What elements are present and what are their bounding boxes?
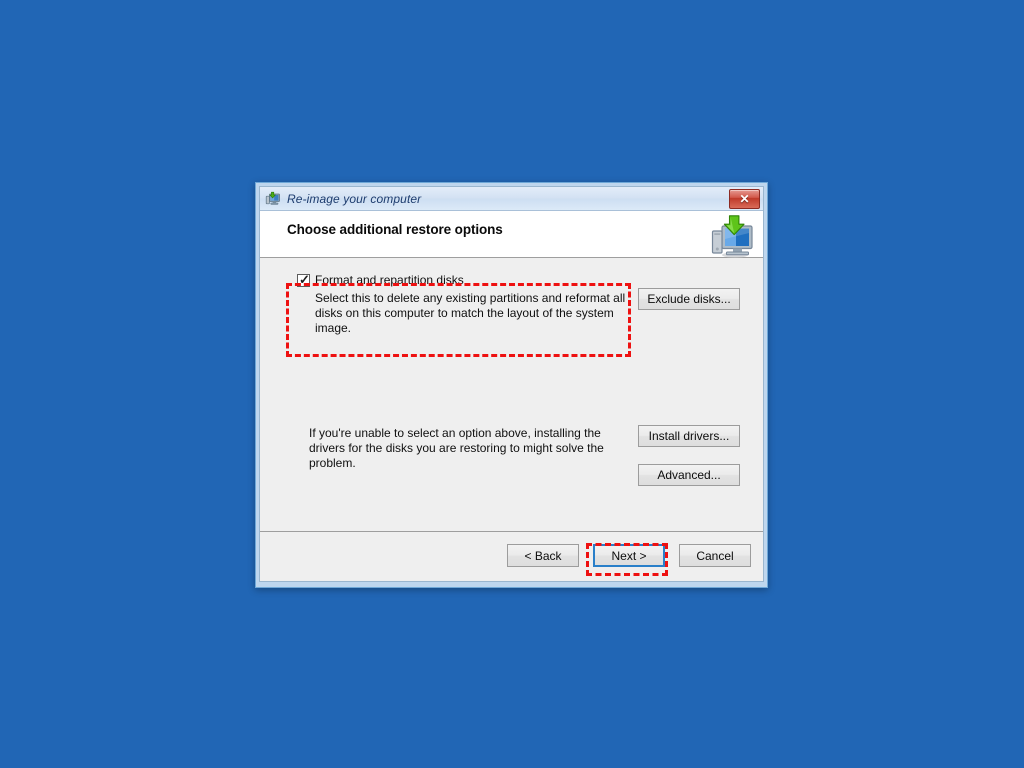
format-option-description: Select this to delete any existing parti… [315,291,626,335]
cancel-button[interactable]: Cancel [679,544,751,567]
reimage-dialog-window: Re-image your computer ✕ Choose addition… [255,182,768,588]
dialog-body: ✓ Format and repartition disks Select th… [260,258,763,531]
format-option-block: ✓ Format and repartition disks Select th… [297,273,627,336]
advanced-button[interactable]: Advanced... [638,464,740,486]
format-and-repartition-checkbox[interactable]: ✓ [297,272,310,287]
page-title: Choose additional restore options [287,222,503,237]
checkmark-icon: ✓ [299,272,310,287]
close-glyph: ✕ [739,192,750,206]
back-button[interactable]: < Back [507,544,579,567]
next-button-wrapper: Next > [593,544,665,567]
dialog-footer: < Back Next > Cancel [260,531,763,581]
install-drivers-button[interactable]: Install drivers... [638,425,740,447]
exclude-disks-button[interactable]: Exclude disks... [638,288,740,310]
window-title: Re-image your computer [287,191,422,206]
desktop-background: Re-image your computer ✕ Choose addition… [0,0,1024,768]
restore-computer-icon [709,215,755,259]
driver-hint-text: If you're unable to select an option abo… [309,426,604,470]
format-checkbox-label: Format and repartition disks [315,273,464,287]
navigation-buttons: < Back Next > Cancel [493,544,751,567]
close-icon[interactable]: ✕ [729,189,760,209]
reimage-computer-icon [265,191,281,207]
titlebar: Re-image your computer ✕ [260,187,763,211]
dialog-header: Choose additional restore options [260,211,763,258]
next-button[interactable]: Next > [593,544,665,567]
format-checkbox-row[interactable]: ✓ Format and repartition disks [297,273,627,288]
dialog-inner-frame: Re-image your computer ✕ Choose addition… [259,186,764,582]
